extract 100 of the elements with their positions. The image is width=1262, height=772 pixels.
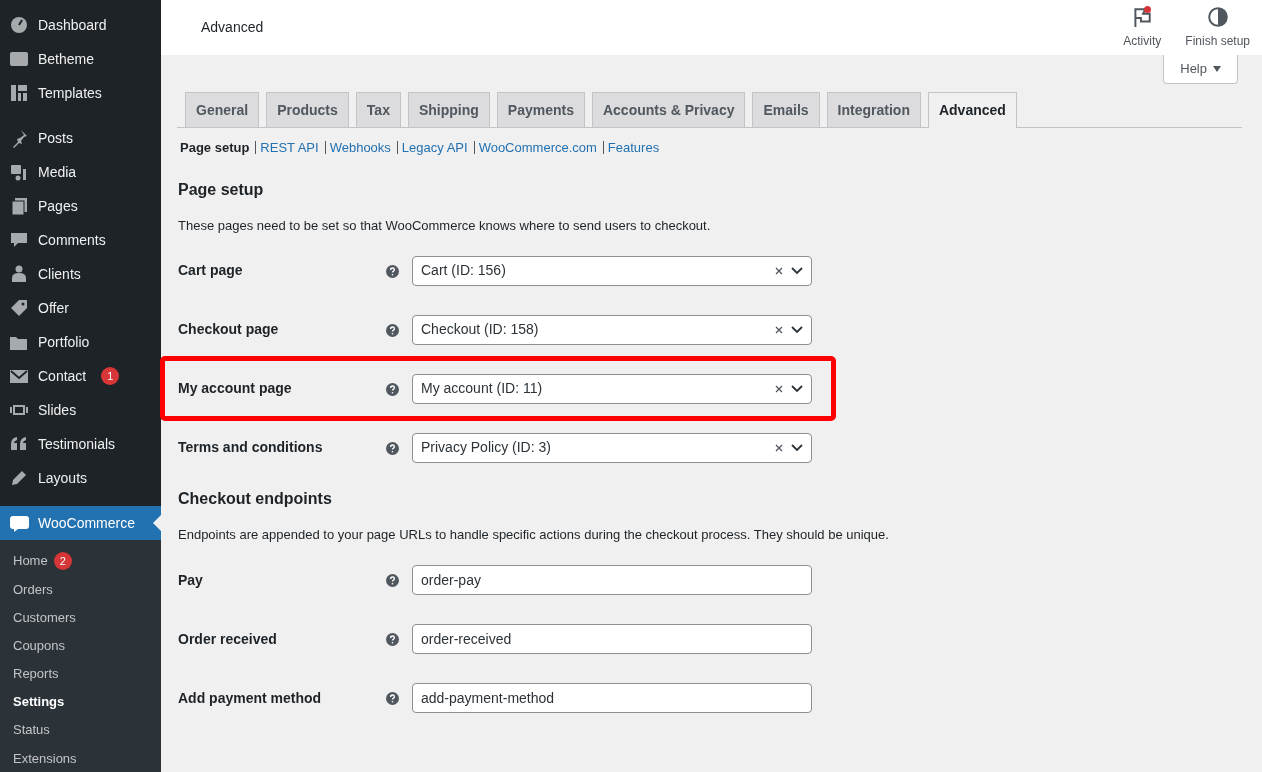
tab[interactable]: Accounts & Privacy	[591, 92, 746, 127]
sidebar-item[interactable]: Testimonials	[0, 427, 161, 461]
menu-label: Pages	[38, 196, 78, 216]
sidebar-item[interactable]: Templates	[0, 76, 161, 110]
menu-label: Betheme	[38, 49, 95, 69]
submenu-item[interactable]: Status	[0, 716, 161, 745]
subnav-link[interactable]: Legacy API	[401, 138, 468, 158]
sidebar-item[interactable]: WooCommerce	[0, 506, 161, 540]
tab[interactable]: Shipping	[407, 92, 490, 127]
menu-label: Offer	[38, 298, 69, 318]
menu-label: Portfolio	[38, 332, 90, 352]
help-icon[interactable]	[386, 264, 399, 278]
sidebar-item[interactable]: Portfolio	[0, 325, 161, 359]
chevron-down-icon	[791, 325, 803, 334]
subnav-link[interactable]: Features	[607, 138, 660, 158]
tab[interactable]: Advanced	[927, 92, 1017, 128]
input-field[interactable]: order-pay	[412, 565, 812, 595]
sidebar-item[interactable]: Media	[0, 155, 161, 189]
tab[interactable]: Payments	[496, 92, 585, 127]
gauge-icon	[9, 15, 29, 35]
tab[interactable]: Integration	[826, 92, 921, 127]
person-icon	[9, 264, 29, 284]
menu-label: Layouts	[38, 468, 88, 488]
menu-label: Clients	[38, 264, 81, 284]
subnav-link[interactable]: REST API	[260, 138, 319, 158]
pencil-icon	[9, 468, 29, 488]
menu-label: Media	[38, 162, 77, 182]
input-field[interactable]: add-payment-method	[412, 683, 812, 713]
sidebar-item[interactable]: Clients	[0, 257, 161, 291]
subnav-link[interactable]: WooCommerce.com	[478, 138, 597, 158]
flag-icon	[1131, 5, 1154, 28]
menu-label: Home	[13, 552, 48, 571]
menu-label: Slides	[38, 400, 77, 420]
sidebar-item[interactable]: Dashboard	[0, 8, 161, 42]
menu-label: Customers	[13, 608, 76, 627]
submenu-item[interactable]: Settings	[0, 687, 161, 717]
menu-label: WooCommerce	[38, 513, 135, 533]
menu-label: Settings	[13, 693, 65, 712]
field-label: My account page	[178, 379, 293, 398]
clear-icon[interactable]	[775, 325, 783, 334]
menu-label: Coupons	[13, 636, 66, 655]
header-action[interactable]: Activity	[1111, 5, 1174, 50]
action-label: Activity	[1123, 32, 1162, 50]
tag-icon	[9, 298, 29, 318]
field-label: Checkout page	[178, 320, 280, 339]
help-button[interactable]: Help	[1163, 55, 1238, 84]
input-field[interactable]: order-received	[412, 624, 812, 654]
clear-icon[interactable]	[775, 443, 783, 452]
submenu-item[interactable]: Extensions	[0, 744, 161, 772]
menu-label: Posts	[38, 128, 73, 148]
tab[interactable]: Products	[266, 92, 349, 127]
submenu-item[interactable]: Reports	[0, 659, 161, 688]
triangle-icon	[1213, 66, 1221, 72]
field-label: Pay	[178, 570, 204, 590]
dropdown-field[interactable]: Cart (ID: 156)	[412, 255, 812, 286]
submenu-item[interactable]: Home 2	[0, 547, 161, 576]
action-label: Finish setup	[1185, 32, 1250, 50]
tab[interactable]: Tax	[355, 92, 401, 127]
clear-icon[interactable]	[775, 384, 783, 393]
tab[interactable]: Emails	[752, 92, 820, 127]
layout-icon	[9, 83, 29, 103]
menu-label: Reports	[13, 665, 59, 684]
clear-icon[interactable]	[775, 266, 783, 275]
subnav-link[interactable]: Page setup	[180, 138, 250, 158]
dropdown-field[interactable]: My account (ID: 11)	[412, 373, 812, 404]
menu-label: Comments	[38, 230, 106, 250]
sidebar-item[interactable]: Slides	[0, 393, 161, 427]
subnav-link[interactable]: Webhooks	[329, 138, 391, 158]
field-label: Terms and conditions	[178, 438, 324, 457]
sidebar-item[interactable]: Contact 1	[0, 359, 161, 393]
section-description: Endpoints are appended to your page URLs to handle specific actions during the checkout process. They should be unique.	[178, 526, 890, 544]
count-badge: 1	[101, 367, 120, 385]
dropdown-field[interactable]: Privacy Policy (ID: 3)	[412, 432, 812, 463]
submenu-item[interactable]: Customers	[0, 603, 161, 632]
count-badge: 2	[53, 552, 72, 571]
help-icon[interactable]	[386, 382, 399, 396]
help-icon[interactable]	[386, 441, 399, 455]
menu-label: Dashboard	[38, 15, 107, 35]
tab[interactable]: General	[185, 92, 260, 127]
header-action[interactable]: Finish setup	[1173, 5, 1262, 50]
help-icon[interactable]	[386, 574, 399, 588]
sidebar-item[interactable]: Layouts	[0, 461, 161, 495]
sidebar-item[interactable]: Pages	[0, 189, 161, 223]
submenu-item[interactable]: Coupons	[0, 631, 161, 660]
sidebar-item[interactable]: Posts	[0, 121, 161, 155]
menu-label: Testimonials	[38, 434, 116, 454]
dropdown-field[interactable]: Checkout (ID: 158)	[412, 314, 812, 345]
help-icon[interactable]	[386, 323, 399, 337]
sidebar-item[interactable]: Offer	[0, 291, 161, 325]
contrast-icon	[1206, 5, 1229, 28]
menu-label: Orders	[13, 580, 53, 599]
page-title: Advanced	[201, 18, 265, 37]
sidebar-item[interactable]: Comments	[0, 223, 161, 257]
sidebar-item[interactable]: Betheme	[0, 42, 161, 76]
help-icon[interactable]	[386, 692, 399, 706]
field-label: Order received	[178, 629, 278, 649]
chevron-down-icon	[791, 443, 803, 452]
help-icon[interactable]	[386, 633, 399, 647]
speech-bubble-icon	[9, 230, 29, 250]
submenu-item[interactable]: Orders	[0, 575, 161, 604]
